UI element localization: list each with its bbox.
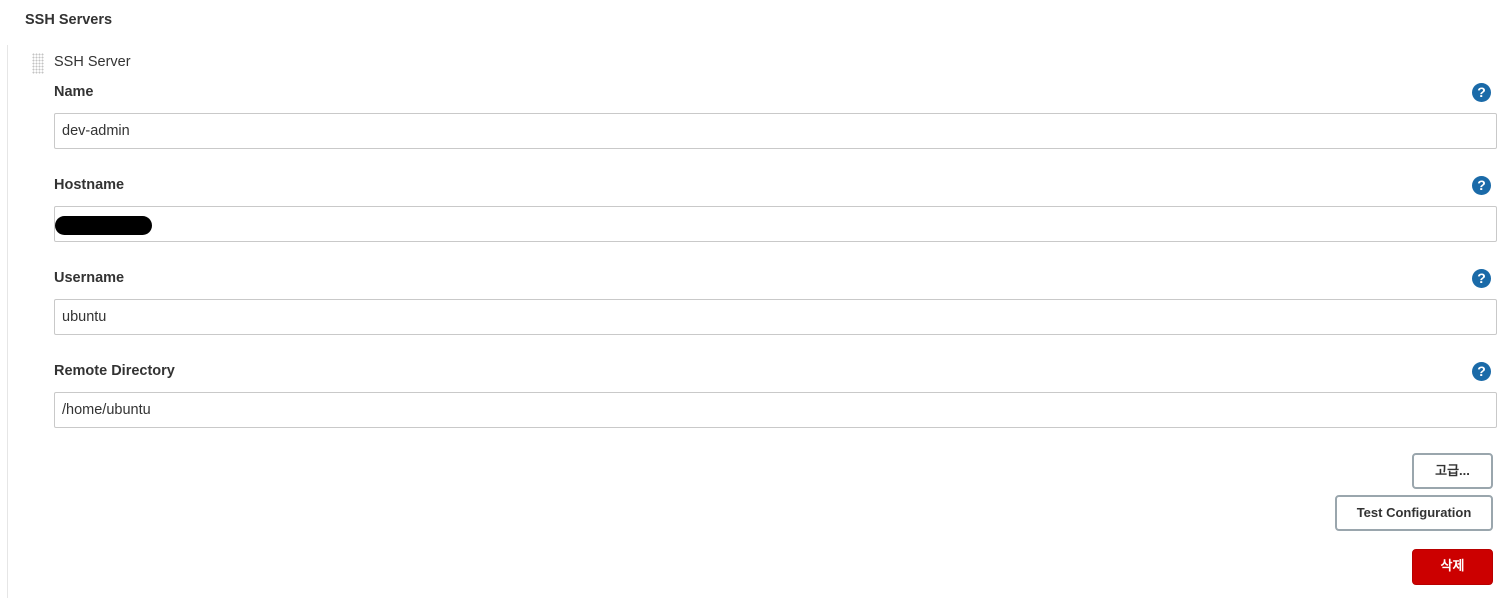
hostname-input[interactable] — [54, 206, 1497, 242]
remote-directory-label: Remote Directory — [54, 363, 175, 379]
section-title: SSH Servers — [25, 12, 113, 28]
name-label: Name — [54, 84, 94, 100]
test-configuration-button[interactable]: Test Configuration — [1335, 495, 1493, 531]
advanced-button[interactable]: 고급... — [1412, 453, 1493, 489]
redacted-hostname-mark — [55, 216, 152, 235]
name-input[interactable] — [54, 113, 1497, 149]
section-divider — [7, 45, 8, 598]
hostname-help-icon[interactable]: ? — [1472, 176, 1491, 195]
name-help-icon[interactable]: ? — [1472, 83, 1491, 102]
username-label: Username — [54, 270, 125, 286]
server-block-title: SSH Server — [54, 54, 131, 70]
remote-directory-input[interactable] — [54, 392, 1497, 428]
username-input[interactable] — [54, 299, 1497, 335]
drag-handle-icon[interactable] — [32, 53, 44, 74]
hostname-label: Hostname — [54, 177, 125, 193]
username-help-icon[interactable]: ? — [1472, 269, 1491, 288]
remote-directory-help-icon[interactable]: ? — [1472, 362, 1491, 381]
delete-button[interactable]: 삭제 — [1412, 549, 1493, 585]
ssh-servers-config: SSH Servers SSH Server Name ? Hostname ?… — [0, 0, 1507, 598]
